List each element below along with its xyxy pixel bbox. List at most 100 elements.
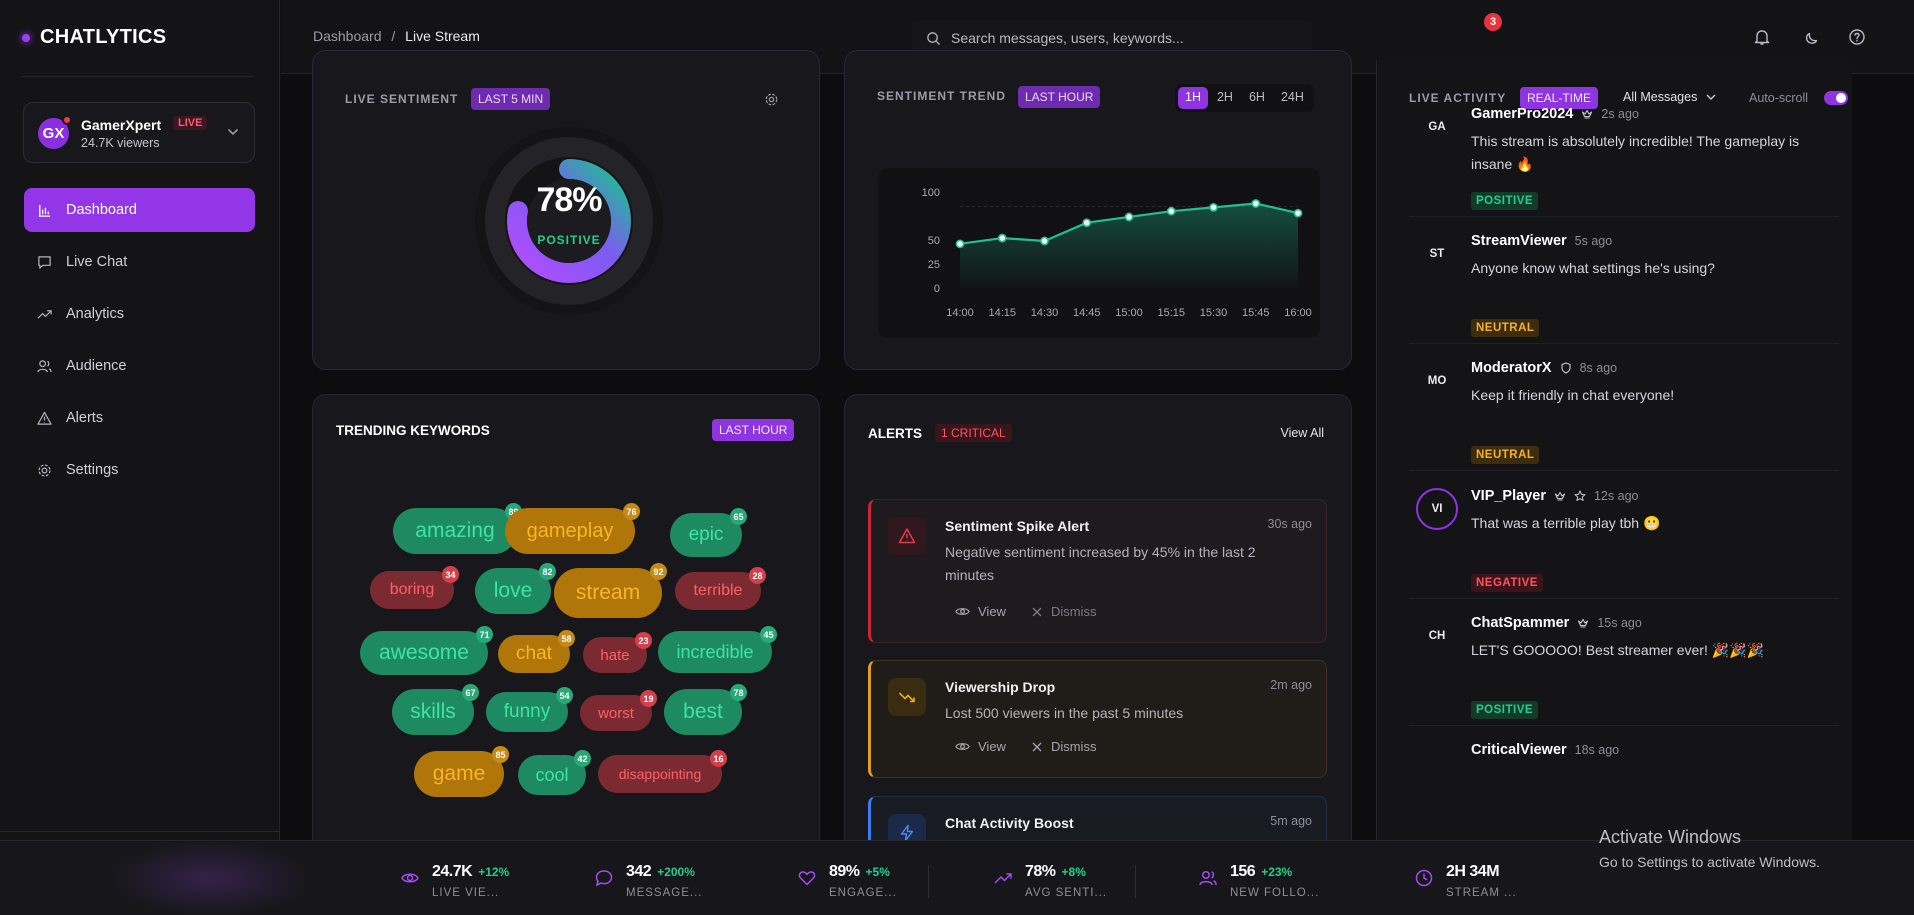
keyword-count-badge: 82 <box>539 563 556 580</box>
y-tick-label: 0 <box>934 283 940 295</box>
alert-item[interactable]: Viewership Drop 2m ago Lost 500 viewers … <box>868 660 1327 778</box>
chat-message[interactable]: CH ChatSpammer 15s ago LET'S GOOOOO! Best s… <box>1409 599 1839 726</box>
trending-down-icon <box>898 692 915 703</box>
chat-message[interactable]: MO ModeratorX 8s ago Keep it friendly in ch… <box>1409 344 1839 471</box>
keyword-chip[interactable]: funny 54 <box>486 687 573 732</box>
chat-message[interactable]: ST StreamViewer 5s ago Anyone know what set… <box>1409 217 1839 344</box>
keyword-chip[interactable]: stream 92 <box>554 563 667 618</box>
message-text: LET'S GOOOOO! Best streamer ever! 🎉🎉🎉 <box>1471 642 1765 658</box>
gear-icon[interactable] <box>764 92 779 107</box>
keyword-chip[interactable]: boring 34 <box>370 566 459 609</box>
bell-icon[interactable] <box>1753 28 1771 46</box>
keyword-chip[interactable]: best 78 <box>664 684 747 735</box>
keyword-chip[interactable]: chat 58 <box>498 630 575 673</box>
range-tab-6h[interactable]: 6H <box>1242 87 1272 109</box>
sidebar-item-label: Live Chat <box>66 254 128 270</box>
trend-chart-svg: 0 25 50 100 14:00 14:15 14:30 14:45 15:00 15:15 15… <box>922 187 1312 319</box>
chat-message[interactable]: GA GamerPro2024 2s ago This stream is absol… <box>1409 90 1839 217</box>
range-tab-24h[interactable]: 24H <box>1274 87 1311 109</box>
keyword-chip[interactable]: cool 42 <box>518 750 591 795</box>
keyword-chip[interactable]: hate 23 <box>583 632 652 673</box>
keyword-chip[interactable]: incredible 45 <box>658 626 777 673</box>
sidebar-item-analytics[interactable]: Analytics <box>24 292 255 336</box>
dismiss-button[interactable]: Dismiss <box>1031 604 1097 619</box>
trend-point <box>1166 206 1176 216</box>
message-header: StreamViewer 5s ago <box>1471 233 1612 249</box>
keyword-count-badge: 92 <box>650 563 667 580</box>
keyword-chip[interactable]: gameplay 76 <box>505 503 640 554</box>
time-window-badge: LAST HOUR <box>712 419 795 441</box>
app-root: CHATLYTICS GX GamerXpert LIVE 24.7K view… <box>0 0 1914 915</box>
range-tab-1h[interactable]: 1H <box>1178 87 1208 109</box>
breadcrumb-root[interactable]: Dashboard <box>313 28 382 44</box>
chat-message[interactable]: VI VIP_Player 12s ago That was a terrible p… <box>1409 472 1839 599</box>
keyword-chip[interactable]: skills 67 <box>392 684 479 735</box>
message-header: ModeratorX 8s ago <box>1471 360 1617 376</box>
divider <box>1135 865 1136 898</box>
moon-icon[interactable] <box>1804 28 1822 46</box>
keyword-chip[interactable]: awesome 71 <box>360 626 493 675</box>
keyword-chip[interactable]: game 85 <box>414 746 509 797</box>
sidebar-item-settings[interactable]: Settings <box>24 448 255 492</box>
stat-delta: +12% <box>478 865 510 879</box>
keyword-text: cool <box>535 764 569 785</box>
trend-point <box>1293 208 1303 218</box>
breadcrumb: Dashboard / Live Stream <box>313 28 480 44</box>
keyword-chip[interactable]: love 82 <box>475 563 556 614</box>
username[interactable]: StreamViewer <box>1471 233 1567 249</box>
view-all-link[interactable]: View All <box>1280 426 1324 440</box>
alert-item[interactable]: Sentiment Spike Alert 30s ago Negative s… <box>868 499 1327 643</box>
keyword-chip[interactable]: worst 19 <box>580 690 657 731</box>
stat-label: LIVE VIE... <box>432 887 500 899</box>
sidebar-item-dashboard[interactable]: Dashboard <box>24 188 255 232</box>
username[interactable]: ModeratorX <box>1471 360 1552 376</box>
stat-value-row: 2H 34M <box>1446 863 1505 881</box>
star-icon <box>1574 490 1586 501</box>
help-icon[interactable] <box>1848 28 1866 46</box>
username[interactable]: CriticalViewer <box>1471 742 1567 758</box>
sidebar-item-live-chat[interactable]: Live Chat <box>24 240 255 284</box>
keyword-count-badge: 34 <box>442 566 459 583</box>
gauge-ring <box>475 127 663 315</box>
warning-triangle-icon <box>37 411 52 425</box>
stat-value-row: 342 +200% <box>626 863 695 881</box>
sidebar-item-label: Settings <box>66 462 119 478</box>
view-button[interactable]: View <box>955 739 1006 754</box>
view-button[interactable]: View <box>955 604 1006 619</box>
keyword-chip[interactable]: amazing89 <box>393 503 522 554</box>
keyword-count-badge: 19 <box>640 690 657 707</box>
keyword-text: chat <box>516 643 552 664</box>
bar-chart-icon <box>38 204 51 217</box>
range-tab-2h[interactable]: 2H <box>1210 87 1240 109</box>
dismiss-button[interactable]: Dismiss <box>1031 739 1096 754</box>
sidebar-item-label: Alerts <box>66 410 104 426</box>
sidebar-item-audience[interactable]: Audience <box>24 344 255 388</box>
alert-time: 2m ago <box>1270 678 1312 692</box>
heart-icon <box>798 871 816 886</box>
sidebar-item-alerts[interactable]: Alerts <box>24 396 255 440</box>
alert-icon-wrap <box>888 678 926 716</box>
username[interactable]: VIP_Player <box>1471 488 1546 504</box>
x-tick-label: 14:45 <box>1073 307 1101 319</box>
dismiss-label: Dismiss <box>1050 604 1097 619</box>
x-tick-label: 15:30 <box>1200 307 1228 319</box>
username[interactable]: ChatSpammer <box>1471 615 1569 631</box>
user-avatar: GA <box>1428 121 1446 133</box>
keyword-chip[interactable]: disappointing 16 <box>598 750 727 793</box>
close-icon <box>1032 742 1042 751</box>
view-label: View <box>978 604 1006 619</box>
trend-point <box>1124 212 1134 222</box>
user-avatar: CH <box>1428 630 1446 642</box>
keyword-text: best <box>683 700 723 723</box>
y-tick-label: 50 <box>928 235 940 247</box>
channel-switcher[interactable]: GX GamerXpert LIVE 24.7K viewers <box>23 102 255 163</box>
chevron-down-icon <box>228 129 238 136</box>
keyword-text: boring <box>389 581 435 598</box>
keyword-chip[interactable]: epic 65 <box>670 508 747 557</box>
search-input[interactable] <box>951 30 1291 46</box>
keyword-chip[interactable]: terrible 28 <box>675 567 766 610</box>
chat-message[interactable]: CriticalViewer 18s ago <box>1409 726 1839 766</box>
keyword-count-badge: 45 <box>760 626 777 643</box>
username[interactable]: GamerPro2024 <box>1471 106 1573 122</box>
brand[interactable]: CHATLYTICS <box>22 26 166 49</box>
